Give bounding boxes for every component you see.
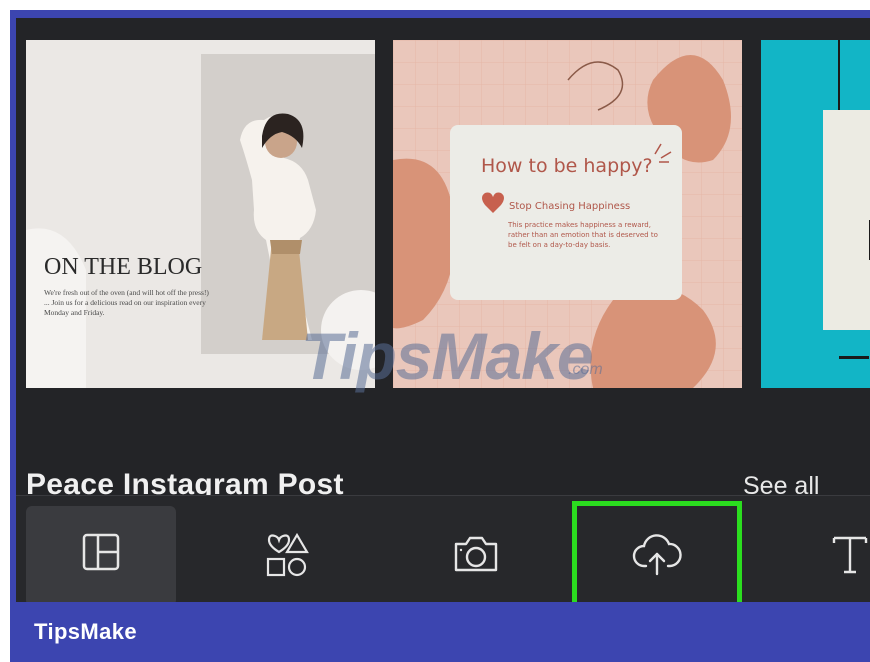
tab-text[interactable] [796, 506, 870, 602]
app-screen: ON THE BLOG We're fresh out of the oven … [16, 18, 870, 602]
blog-heading: ON THE BLOG [44, 254, 202, 280]
happy-heading: How to be happy? [481, 155, 653, 177]
highlight-box [572, 501, 742, 602]
happy-body: This practice makes happiness a reward, … [508, 221, 658, 249]
text-icon [832, 536, 868, 574]
brand-bar [10, 602, 870, 662]
camera-icon [454, 536, 498, 572]
brand-logo: TipsMake [34, 619, 138, 644]
watermark-logo: TipsMake [301, 319, 594, 393]
elements-icon [266, 532, 309, 577]
templates-icon [82, 533, 120, 571]
teal-post-illustration [761, 40, 870, 388]
blog-body: We're fresh out of the oven (and will ho… [44, 288, 209, 317]
happy-subheading: Stop Chasing Happiness [509, 201, 630, 212]
watermark-domain: .com [568, 361, 603, 378]
tab-templates[interactable] [26, 506, 176, 602]
template-card-teal[interactable] [761, 40, 870, 388]
tab-photos[interactable] [401, 506, 551, 602]
tab-elements[interactable] [212, 506, 362, 602]
